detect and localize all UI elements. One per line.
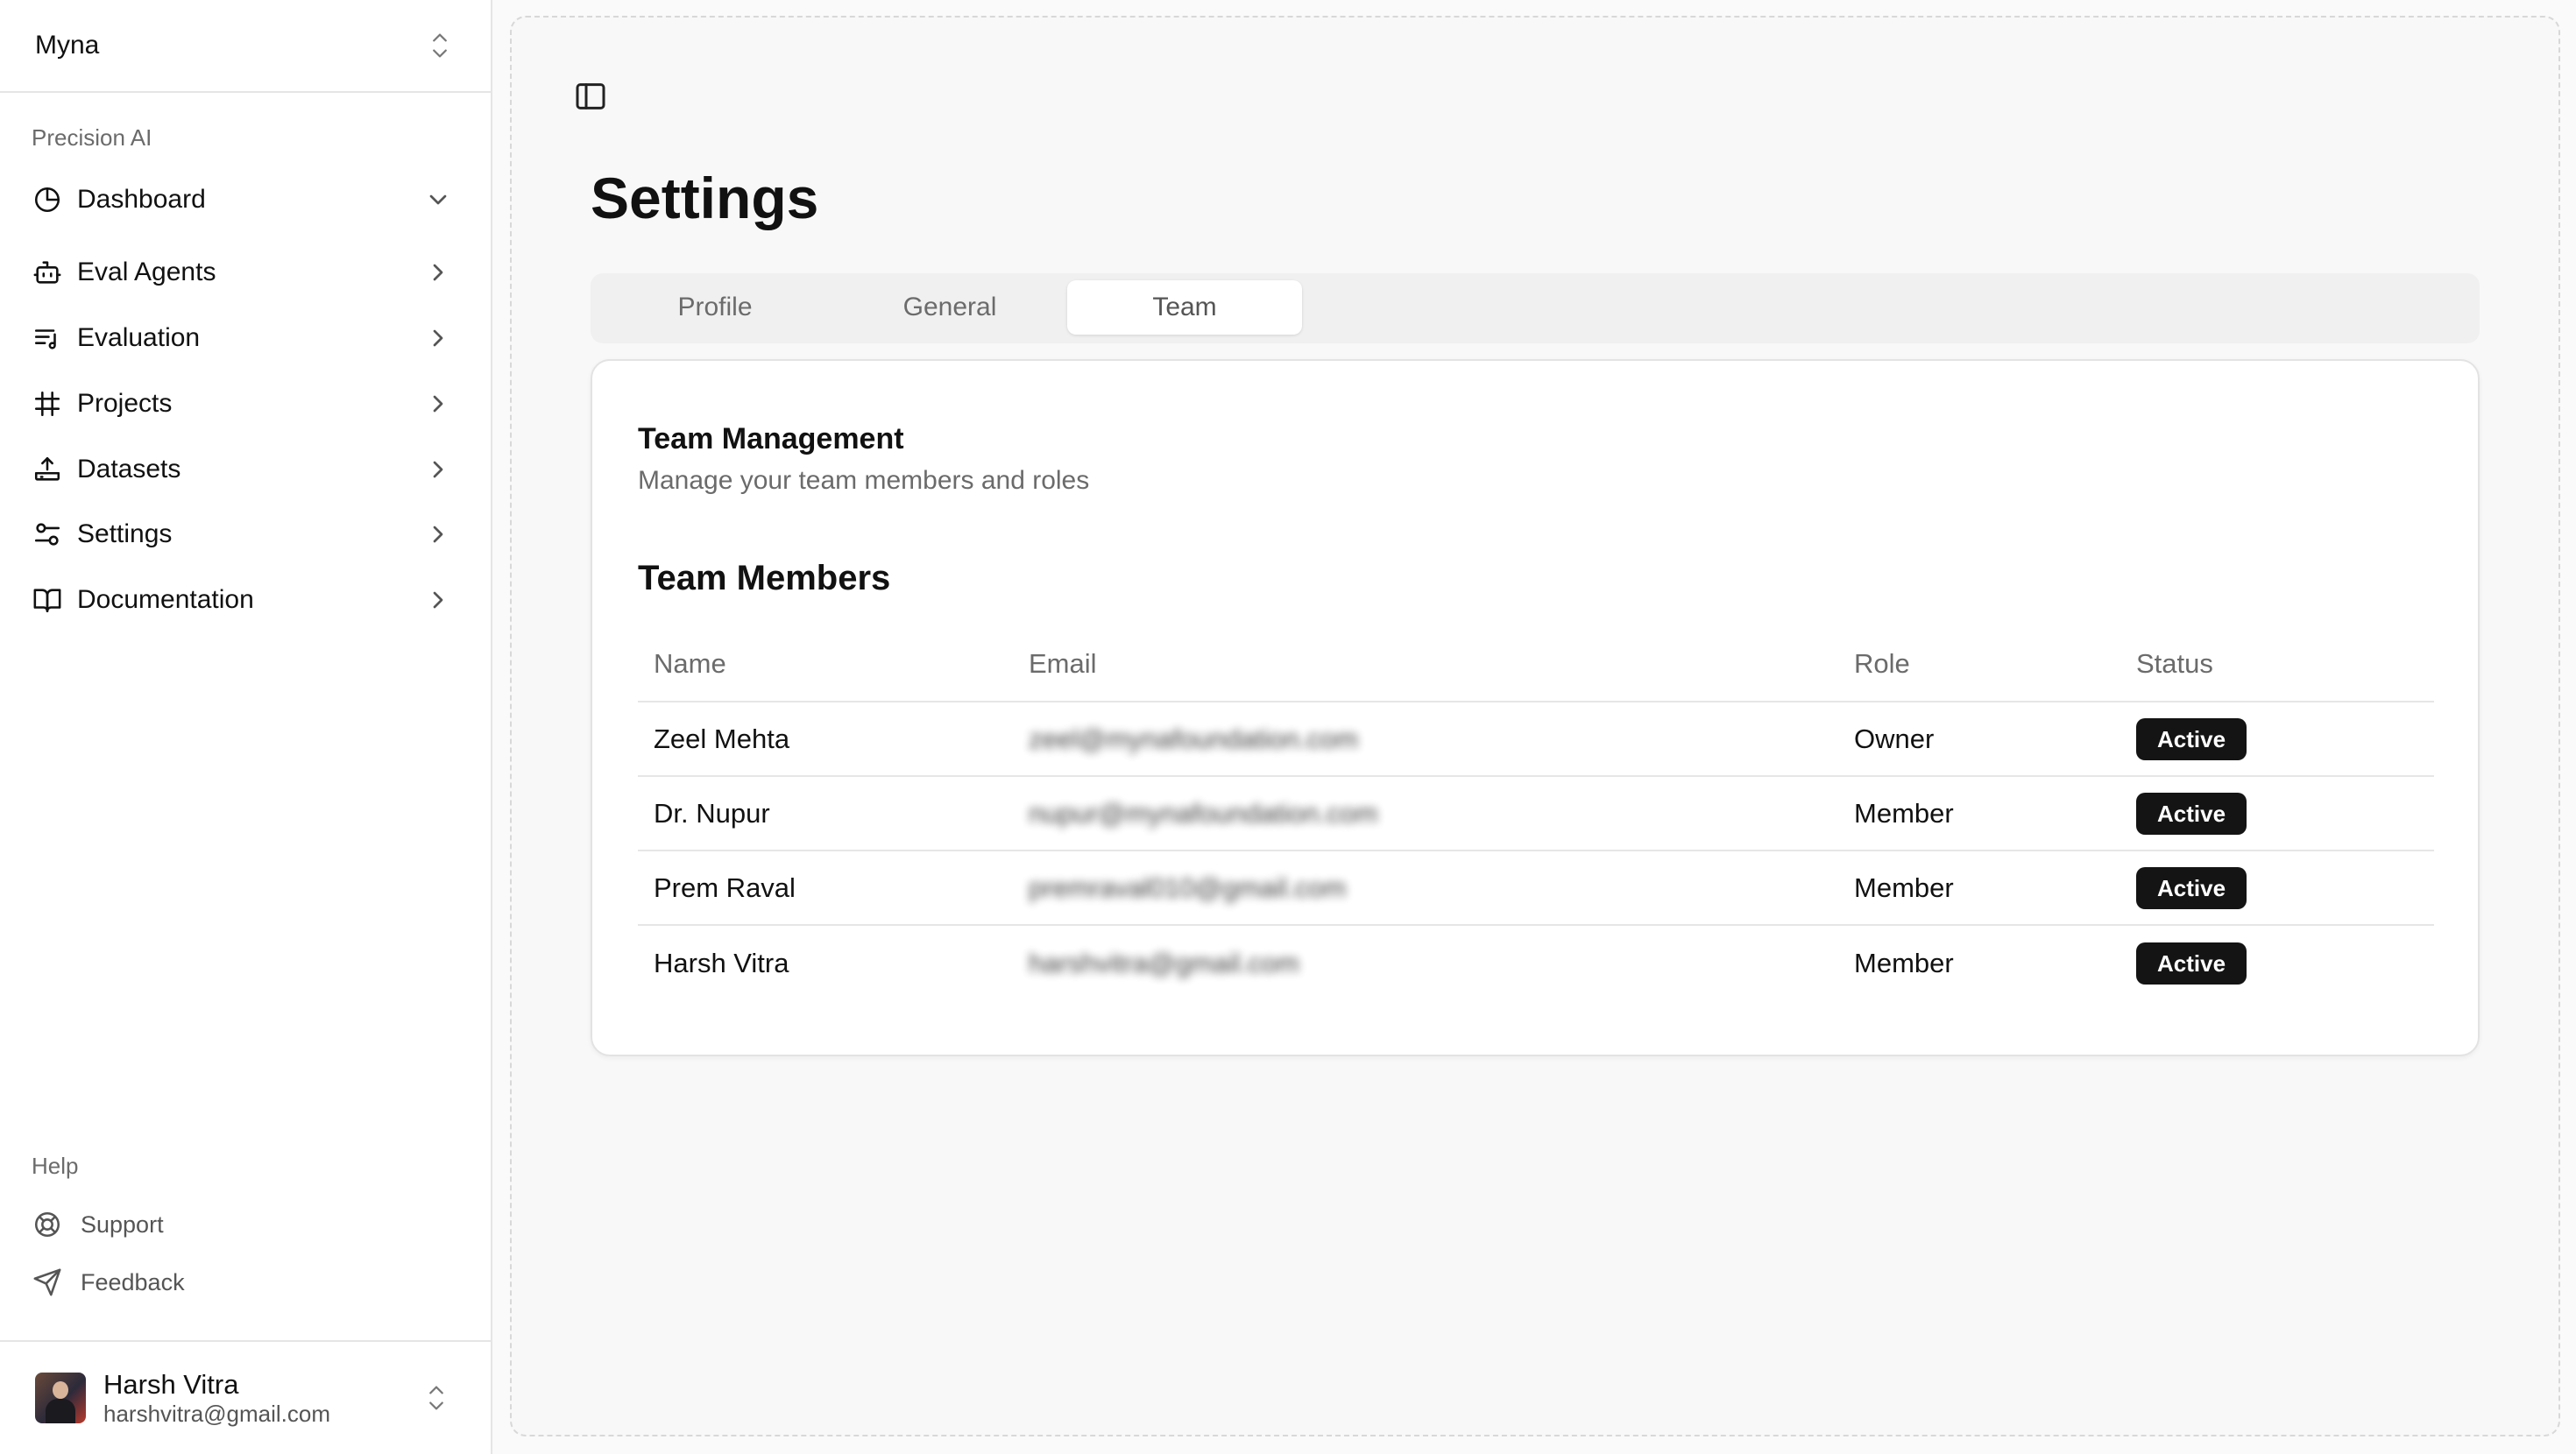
table-row: Zeel Mehta zeel@mynafoundation.com Owner…: [638, 702, 2434, 777]
main-content: Settings Profile General Team Team Manag…: [510, 16, 2560, 1436]
chevron-down-icon: [429, 194, 447, 205]
support-link[interactable]: Support: [18, 1200, 473, 1249]
status-badge: Active: [2136, 792, 2247, 835]
help-item-label: Support: [81, 1210, 164, 1238]
column-header-status: Status: [2136, 648, 2213, 679]
team-members-table: Name Email Role Status Zeel Mehta zeel@m…: [638, 627, 2434, 1000]
sidebar-item-projects[interactable]: Projects: [18, 376, 473, 432]
user-menu[interactable]: Harsh Vitra harshvitra@gmail.com: [0, 1340, 491, 1454]
chevrons-up-down-icon: [429, 1386, 443, 1410]
upload-tray-icon: [32, 454, 63, 485]
table-row: Prem Raval premraval010@gmail.com Member…: [638, 851, 2434, 926]
avatar: [35, 1373, 86, 1423]
chevron-right-icon: [433, 329, 443, 347]
status-cell: Active: [2136, 851, 2247, 924]
status-badge: Active: [2136, 942, 2247, 985]
settings-tabs: Profile General Team: [591, 273, 2480, 343]
workspace-name: Myna: [35, 31, 100, 60]
page-title: Settings: [591, 166, 819, 230]
hash-icon: [32, 388, 63, 420]
chevron-right-icon: [433, 591, 443, 609]
member-role: Member: [1854, 797, 1954, 829]
sidebar-item-label: Eval Agents: [77, 258, 216, 286]
tab-team[interactable]: Team: [1067, 280, 1302, 335]
member-email: premraval010@gmail.com: [1029, 872, 1347, 903]
user-name: Harsh Vitra: [103, 1369, 239, 1400]
sidebar-item-label: Datasets: [77, 455, 181, 483]
chevron-right-icon: [433, 395, 443, 413]
chevrons-up-down-icon: [433, 33, 447, 58]
status-cell: Active: [2136, 777, 2247, 850]
status-badge: Active: [2136, 866, 2247, 909]
help-item-label: Feedback: [81, 1268, 185, 1295]
status-badge: Active: [2136, 717, 2247, 760]
member-email: harshvitra@gmail.com: [1029, 947, 1299, 978]
sidebar-item-label: Dashboard: [77, 185, 206, 214]
user-info: Harsh Vitra harshvitra@gmail.com: [103, 1369, 330, 1427]
member-role: Member: [1854, 947, 1954, 978]
member-role: Member: [1854, 872, 1954, 903]
member-email: nupur@mynafoundation.com: [1029, 797, 1378, 829]
member-role: Owner: [1854, 723, 1935, 754]
help-group-label: Help: [32, 1153, 79, 1179]
tab-profile[interactable]: Profile: [598, 280, 832, 335]
list-music-icon: [32, 322, 63, 354]
settings-toggles-icon: [32, 519, 63, 550]
member-name: Zeel Mehta: [654, 723, 790, 754]
nav-group-label: Precision AI: [32, 124, 152, 151]
member-name: Harsh Vitra: [654, 947, 789, 978]
pie-chart-icon: [32, 184, 63, 215]
section-title: Team Members: [638, 559, 891, 597]
sidebar-item-label: Evaluation: [77, 323, 201, 352]
sidebar-toggle-icon[interactable]: [573, 79, 608, 114]
user-email: harshvitra@gmail.com: [103, 1401, 331, 1427]
column-header-email: Email: [1029, 648, 1097, 679]
table-row: Harsh Vitra harshvitra@gmail.com Member …: [638, 926, 2434, 1000]
member-name: Dr. Nupur: [654, 797, 770, 829]
life-buoy-icon: [32, 1209, 63, 1240]
sidebar-item-evaluation[interactable]: Evaluation: [18, 310, 473, 366]
status-cell: Active: [2136, 926, 2247, 1000]
status-cell: Active: [2136, 702, 2247, 775]
workspace-switcher[interactable]: Myna: [0, 0, 491, 93]
bot-icon: [32, 257, 63, 288]
card-title: Team Management: [638, 422, 904, 455]
sidebar-item-label: Projects: [77, 389, 173, 418]
sidebar-item-eval-agents[interactable]: Eval Agents: [18, 244, 473, 300]
column-header-role: Role: [1854, 648, 1910, 679]
sidebar-item-label: Documentation: [77, 585, 254, 614]
sidebar-item-documentation[interactable]: Documentation: [18, 572, 473, 628]
tab-general[interactable]: General: [832, 280, 1067, 335]
sidebar-item-settings[interactable]: Settings: [18, 506, 473, 562]
sidebar-item-dashboard[interactable]: Dashboard: [18, 172, 473, 228]
chevron-right-icon: [433, 264, 443, 281]
table-row: Dr. Nupur nupur@mynafoundation.com Membe…: [638, 777, 2434, 851]
table-header: Name Email Role Status: [638, 627, 2434, 702]
send-icon: [32, 1267, 63, 1298]
feedback-link[interactable]: Feedback: [18, 1258, 473, 1307]
book-open-icon: [32, 584, 63, 616]
chevron-right-icon: [433, 526, 443, 543]
column-header-name: Name: [654, 648, 726, 679]
member-email: zeel@mynafoundation.com: [1029, 723, 1359, 754]
card-description: Manage your team members and roles: [638, 466, 1090, 495]
team-management-card: Team Management Manage your team members…: [591, 359, 2480, 1056]
sidebar-item-datasets[interactable]: Datasets: [18, 441, 473, 498]
sidebar: Myna Precision AI Dashboard Eval Agents …: [0, 0, 492, 1454]
sidebar-item-label: Settings: [77, 519, 173, 548]
member-name: Prem Raval: [654, 872, 796, 903]
chevron-right-icon: [433, 461, 443, 478]
app-root: Myna Precision AI Dashboard Eval Agents …: [0, 0, 2576, 1454]
